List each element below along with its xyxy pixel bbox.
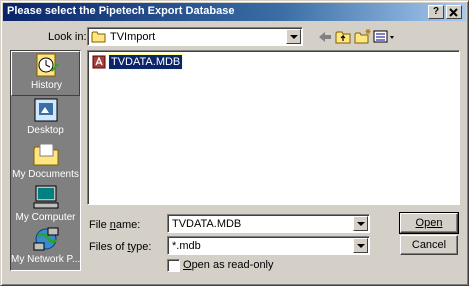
places-desktop-label: Desktop (27, 125, 64, 136)
places-bar: History Desktop My Documents My Computer… (10, 50, 81, 271)
create-new-folder-icon (354, 29, 371, 44)
file-list[interactable]: TVDATA.MDB (87, 50, 460, 205)
up-one-level-icon (335, 31, 351, 44)
back-icon (319, 32, 331, 42)
up-one-level-button[interactable] (334, 28, 354, 46)
files-of-type-value: *.mdb (172, 240, 201, 252)
places-desktop[interactable]: Desktop (11, 97, 80, 139)
look-in-label: Look in: (48, 31, 87, 43)
places-my-network-places[interactable]: My Network P... (11, 226, 80, 270)
file-item-name: TVDATA.MDB (107, 54, 184, 70)
read-only-label: Open as read-only (183, 259, 274, 271)
view-menu-button[interactable] (372, 28, 396, 46)
places-my-computer[interactable]: My Computer (11, 184, 80, 226)
places-my-network-places-label: My Network P... (11, 254, 81, 265)
places-my-computer-label: My Computer (15, 212, 76, 223)
open-button[interactable]: Open (399, 212, 459, 234)
places-my-documents[interactable]: My Documents (11, 141, 80, 183)
places-my-documents-label: My Documents (12, 169, 79, 180)
chevron-down-icon[interactable] (286, 29, 301, 44)
history-icon (36, 53, 59, 77)
my-network-places-icon (33, 227, 59, 251)
look-in-value: TVImport (110, 31, 156, 43)
file-name-field[interactable]: TVDATA.MDB (167, 214, 370, 233)
file-name-value: TVDATA.MDB (172, 218, 242, 230)
create-new-folder-button[interactable] (353, 28, 373, 46)
file-open-dialog: Please select the Pipetech Export Databa… (0, 0, 469, 286)
title-bar[interactable]: Please select the Pipetech Export Databa… (3, 3, 466, 21)
files-of-type-label: Files of type: (89, 241, 152, 253)
view-menu-icon (373, 30, 394, 43)
places-history[interactable]: History (11, 51, 80, 96)
files-of-type-dropdown[interactable]: *.mdb (167, 236, 370, 255)
back-button[interactable] (315, 28, 335, 46)
window-title: Please select the Pipetech Export Databa… (7, 5, 235, 17)
desktop-icon (34, 98, 58, 122)
close-button[interactable] (446, 5, 462, 19)
places-history-label: History (30, 80, 63, 91)
cancel-button[interactable]: Cancel (400, 235, 458, 255)
close-icon (449, 8, 458, 17)
folder-icon (91, 31, 106, 43)
file-name-label: File name: (89, 219, 141, 231)
look-in-dropdown[interactable]: TVImport (87, 27, 303, 46)
access-database-icon (92, 55, 106, 69)
chevron-down-icon[interactable] (353, 238, 368, 253)
read-only-checkbox[interactable] (167, 259, 180, 272)
my-documents-icon (33, 143, 59, 166)
my-computer-icon (33, 185, 59, 209)
open-button-label: Open (415, 217, 443, 229)
chevron-down-icon[interactable] (353, 216, 368, 231)
help-button[interactable]: ? (428, 5, 444, 19)
